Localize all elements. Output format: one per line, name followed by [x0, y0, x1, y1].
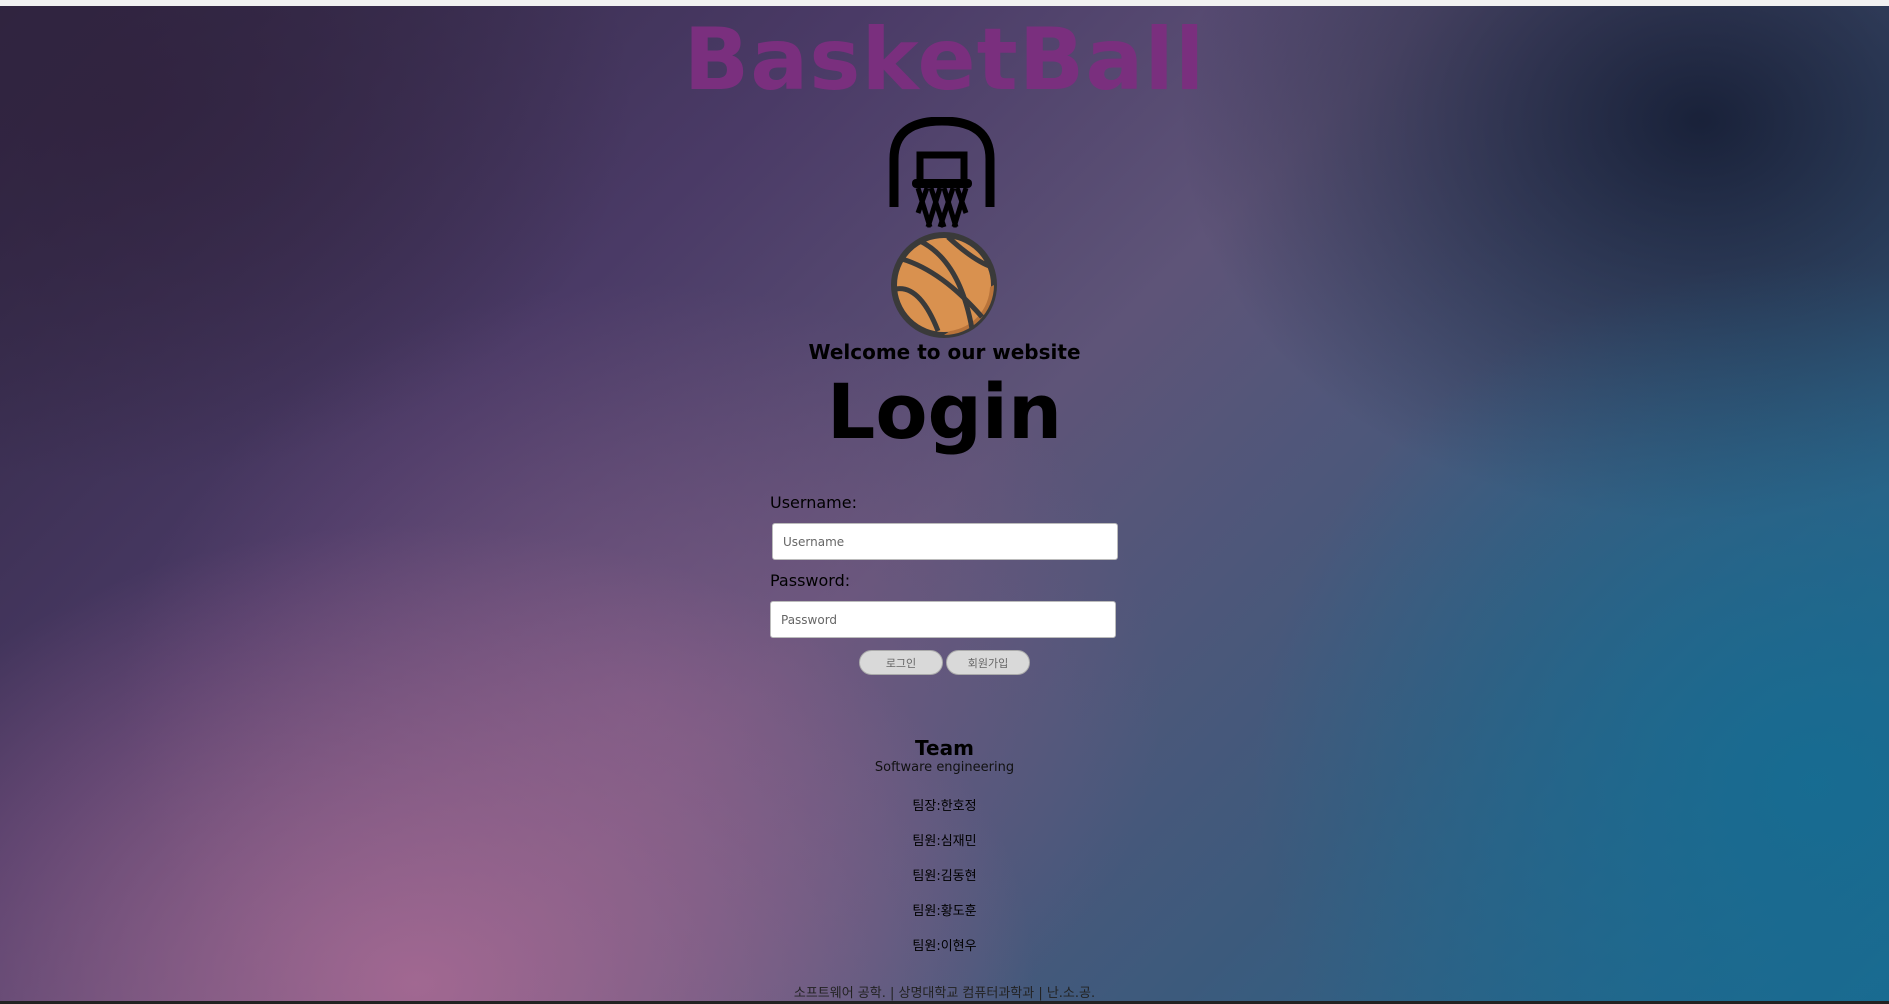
footer-text: 소프트웨어 공학. | 상명대학교 컴퓨터과학과 | 난.소.공. — [793, 986, 1096, 1001]
username-input[interactable] — [772, 523, 1118, 560]
password-label: Password: — [770, 571, 851, 590]
team-member: 팀원:이현우 — [912, 939, 977, 954]
site-title: BasketBall — [683, 10, 1206, 110]
team-member: 팀원:김동현 — [912, 869, 977, 884]
team-subtitle: Software engineering — [874, 760, 1015, 775]
signup-button[interactable]: 회원가입 — [946, 650, 1030, 675]
team-member: 팀원:황도훈 — [912, 904, 977, 919]
team-title: Team — [915, 736, 974, 760]
login-button[interactable]: 로그인 — [859, 650, 943, 675]
team-member: 팀원:심재민 — [912, 834, 977, 849]
browser-top-strip — [0, 0, 1889, 6]
team-member: 팀장:한호정 — [912, 799, 977, 814]
password-input[interactable] — [770, 601, 1116, 638]
username-label: Username: — [770, 493, 857, 512]
welcome-text: Welcome to our website — [808, 340, 1081, 364]
basketball-icon — [891, 232, 997, 338]
basketball-hoop-icon — [889, 117, 995, 228]
login-heading: Login — [826, 367, 1063, 456]
